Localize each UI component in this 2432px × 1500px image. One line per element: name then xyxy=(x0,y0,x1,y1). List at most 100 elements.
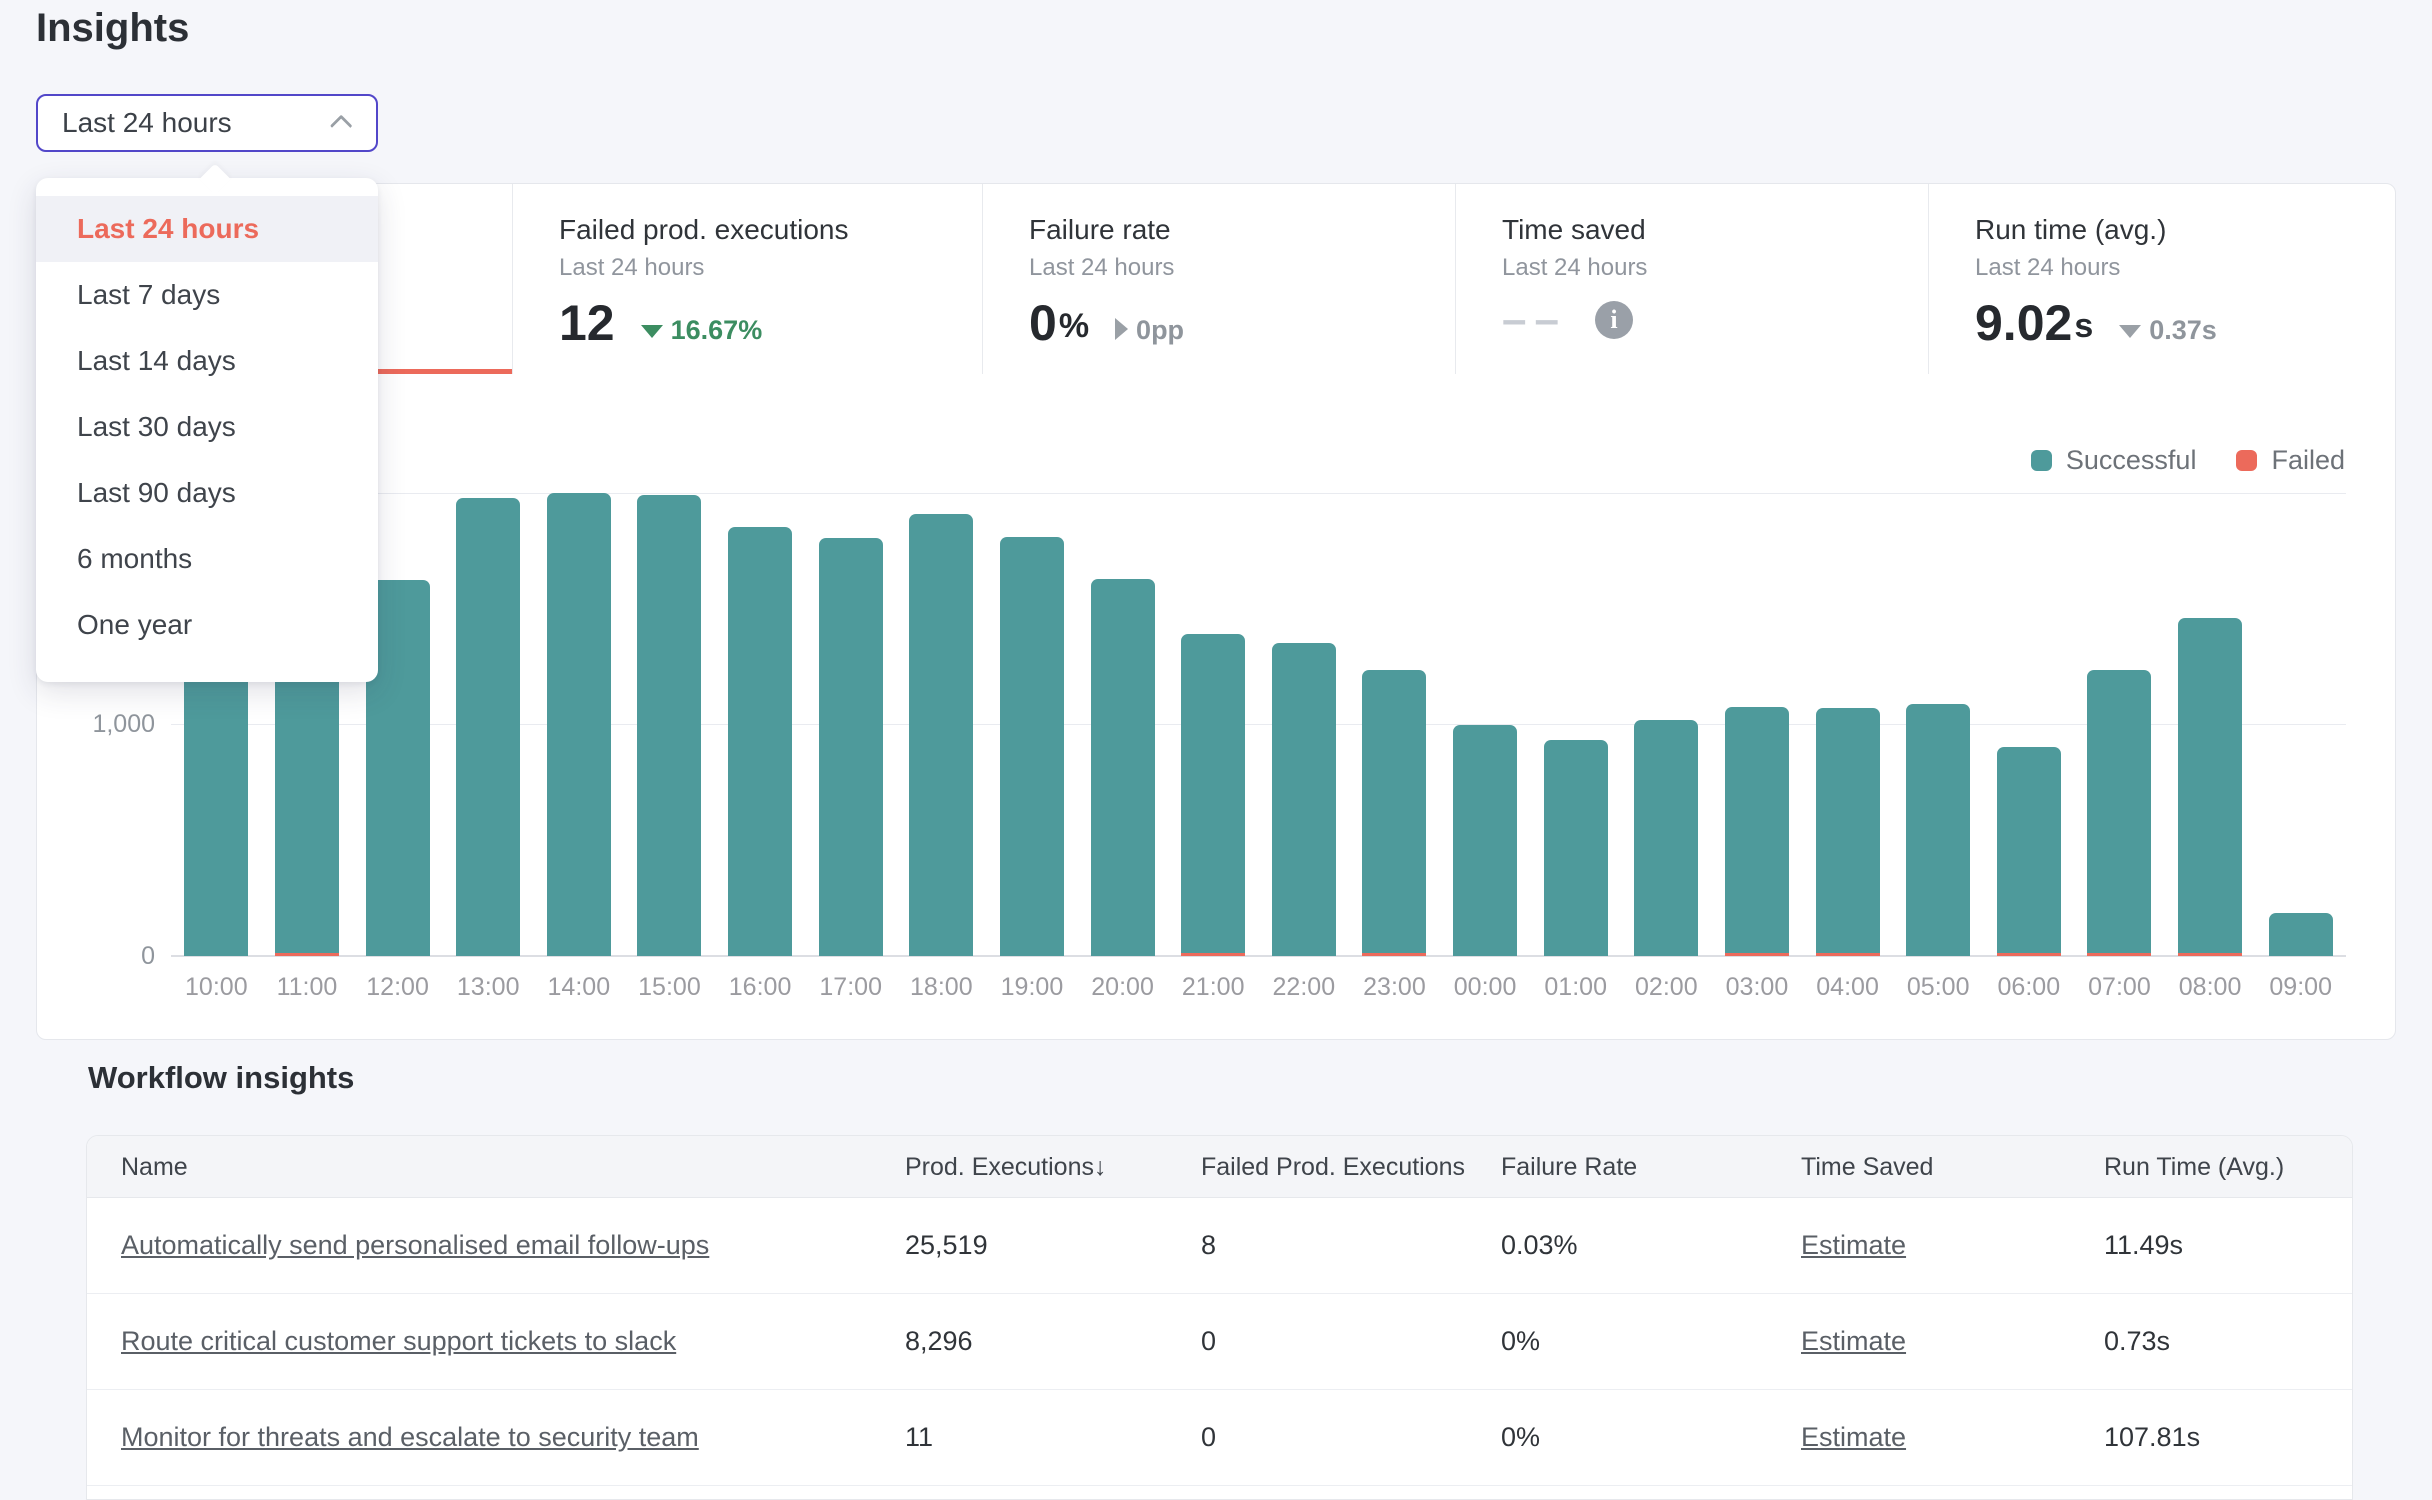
stat-value-unit: % xyxy=(1059,304,1089,348)
dropdown-option[interactable]: Last 14 days xyxy=(36,328,378,394)
stat-tab-time-saved[interactable]: Time saved Last 24 hours –– xyxy=(1456,184,1929,374)
estimate-link[interactable]: Estimate xyxy=(1801,1422,1906,1452)
info-icon[interactable] xyxy=(1595,301,1633,339)
chart-bar xyxy=(1453,725,1517,957)
cell-failure-rate: 0% xyxy=(1501,1390,1540,1485)
column-header-failed-prod-executions[interactable]: Failed Prod. Executions xyxy=(1201,1136,1465,1198)
stat-tab-run-time-avg[interactable]: Run time (avg.) Last 24 hours 9.02 s 0.3… xyxy=(1929,184,2395,374)
x-axis-tick-label: 07:00 xyxy=(2074,973,2165,1002)
table-row: Monitor for threats and escalate to secu… xyxy=(87,1390,2352,1486)
dropdown-option[interactable]: Last 30 days xyxy=(36,394,378,460)
column-header-prod-executions[interactable]: Prod. Executions↓ xyxy=(905,1136,1107,1198)
page-title: Insights xyxy=(36,6,189,51)
chart-bar xyxy=(819,538,883,956)
chart-bar xyxy=(2087,670,2151,956)
stat-label: Run time (avg.) xyxy=(1975,214,2395,246)
cell-failure-rate: 0% xyxy=(1501,1294,1540,1389)
x-axis-tick-label: 12:00 xyxy=(352,973,443,1002)
stat-delta: 0pp xyxy=(1136,312,1184,348)
x-axis-tick-label: 03:00 xyxy=(1712,973,1803,1002)
cell-run-time: 11.49s xyxy=(2104,1198,2183,1293)
chart-bar xyxy=(2269,913,2333,956)
cell-failed-prod-executions: 0 xyxy=(1201,1390,1216,1485)
column-header-time-saved[interactable]: Time Saved xyxy=(1801,1136,1933,1198)
table-row: Automatically send personalised email fo… xyxy=(87,1198,2352,1294)
x-axis-tick-label: 11:00 xyxy=(262,973,353,1002)
chart-bar xyxy=(637,495,701,956)
x-axis-tick-label: 13:00 xyxy=(443,973,534,1002)
x-axis-tick-label: 16:00 xyxy=(715,973,806,1002)
trend-down-icon xyxy=(641,325,663,338)
x-axis-tick-label: 21:00 xyxy=(1168,973,1259,1002)
column-header-name[interactable]: Name xyxy=(121,1136,188,1198)
executions-bar-chart: Successful Failed 1,000 0 10:0011:0012:0… xyxy=(37,375,2397,1041)
x-axis-tick-label: 05:00 xyxy=(1893,973,1984,1002)
cell-prod-executions: 11 xyxy=(905,1390,933,1485)
column-header-failure-rate[interactable]: Failure Rate xyxy=(1501,1136,1637,1198)
workflow-insights-table: Name Prod. Executions↓ Failed Prod. Exec… xyxy=(86,1135,2353,1500)
workflow-insights-heading: Workflow insights xyxy=(88,1060,354,1096)
stat-label: Failure rate xyxy=(1029,214,1455,246)
x-axis-tick-label: 09:00 xyxy=(2255,973,2346,1002)
time-range-dropdown: Last 24 hours Last 7 days Last 14 days L… xyxy=(36,178,378,682)
x-axis-tick-label: 14:00 xyxy=(534,973,625,1002)
dropdown-option[interactable]: Last 24 hours xyxy=(36,196,378,262)
stat-value-empty: –– xyxy=(1502,298,1567,342)
chart-bar xyxy=(728,527,792,956)
chart-bar xyxy=(456,498,520,956)
stat-tab-failure-rate[interactable]: Failure rate Last 24 hours 0 % 0pp xyxy=(983,184,1456,374)
stat-tabs-row: Failed prod. executions Last 24 hours 12… xyxy=(37,184,2395,374)
x-axis-tick-label: 22:00 xyxy=(1259,973,1350,1002)
cell-prod-executions: 8,296 xyxy=(905,1294,973,1389)
x-axis-tick-label: 20:00 xyxy=(1077,973,1168,1002)
cell-failed-prod-executions: 0 xyxy=(1201,1294,1216,1389)
x-axis-tick-label: 06:00 xyxy=(1984,973,2075,1002)
dropdown-option[interactable]: One year xyxy=(36,592,378,658)
table-row: Route critical customer support tickets … xyxy=(87,1294,2352,1390)
x-axis-tick-label: 04:00 xyxy=(1802,973,1893,1002)
workflow-name-link[interactable]: Automatically send personalised email fo… xyxy=(121,1230,709,1260)
column-header-run-time[interactable]: Run Time (Avg.) xyxy=(2104,1136,2284,1198)
stat-period: Last 24 hours xyxy=(1502,254,1928,282)
x-axis-tick-label: 19:00 xyxy=(987,973,1078,1002)
chart-bar xyxy=(1362,670,1426,956)
x-axis-tick-label: 01:00 xyxy=(1530,973,1621,1002)
stat-delta: 0.37s xyxy=(2149,312,2217,348)
chart-bar xyxy=(1634,720,1698,956)
stat-label: Failed prod. executions xyxy=(559,214,982,246)
chart-bar xyxy=(1544,740,1608,956)
cell-run-time: 0.73s xyxy=(2104,1294,2170,1389)
cell-failure-rate: 0.03% xyxy=(1501,1198,1578,1293)
stat-value-unit: s xyxy=(2074,304,2093,348)
workflow-name-link[interactable]: Monitor for threats and escalate to secu… xyxy=(121,1422,699,1452)
estimate-link[interactable]: Estimate xyxy=(1801,1230,1906,1260)
estimate-link[interactable]: Estimate xyxy=(1801,1326,1906,1356)
stat-tab-failed-prod-executions[interactable]: Failed prod. executions Last 24 hours 12… xyxy=(513,184,983,374)
y-axis-tick-label: 1,000 xyxy=(37,709,155,739)
x-axis-tick-label: 18:00 xyxy=(896,973,987,1002)
x-axis-labels: 10:0011:0012:0013:0014:0015:0016:0017:00… xyxy=(171,973,2346,1013)
dropdown-option[interactable]: Last 7 days xyxy=(36,262,378,328)
stat-value: 0 xyxy=(1029,298,1057,348)
dropdown-options: Last 24 hours Last 7 days Last 14 days L… xyxy=(36,196,378,658)
trend-flat-icon xyxy=(1115,318,1128,340)
time-range-select[interactable]: Last 24 hours xyxy=(36,94,378,152)
chart-bar xyxy=(2178,618,2242,956)
table-body: Automatically send personalised email fo… xyxy=(87,1198,2352,1486)
sort-desc-icon: ↓ xyxy=(1094,1153,1107,1181)
chart-bar xyxy=(547,493,611,956)
chart-bar xyxy=(1725,707,1789,956)
popover-arrow xyxy=(199,163,230,194)
stat-value: 12 xyxy=(559,298,615,348)
table-header-row: Name Prod. Executions↓ Failed Prod. Exec… xyxy=(87,1136,2352,1198)
insights-card: Failed prod. executions Last 24 hours 12… xyxy=(36,183,2396,1040)
workflow-name-link[interactable]: Route critical customer support tickets … xyxy=(121,1326,676,1356)
dropdown-option[interactable]: Last 90 days xyxy=(36,460,378,526)
x-axis-tick-label: 23:00 xyxy=(1349,973,1440,1002)
cell-failed-prod-executions: 8 xyxy=(1201,1198,1216,1293)
chevron-up-icon xyxy=(330,115,353,138)
dropdown-option[interactable]: 6 months xyxy=(36,526,378,592)
stat-period: Last 24 hours xyxy=(1029,254,1455,282)
chart-bar xyxy=(1272,643,1336,956)
x-axis-tick-label: 10:00 xyxy=(171,973,262,1002)
